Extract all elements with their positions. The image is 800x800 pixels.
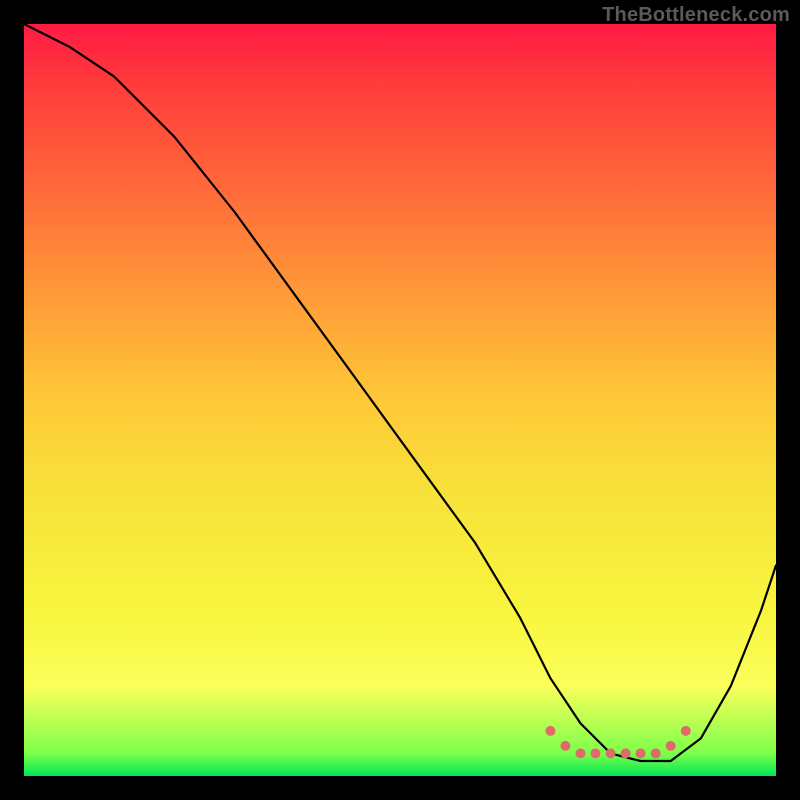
marker-dot	[576, 748, 586, 758]
marker-dot	[666, 741, 676, 751]
marker-dot	[651, 748, 661, 758]
curve-layer	[24, 24, 776, 776]
marker-dot	[545, 726, 555, 736]
marker-group	[545, 726, 690, 759]
watermark-text: TheBottleneck.com	[602, 4, 790, 27]
chart-area	[24, 24, 776, 776]
marker-dot	[621, 748, 631, 758]
marker-dot	[636, 748, 646, 758]
marker-dot	[681, 726, 691, 736]
markers-layer	[24, 24, 776, 776]
bottleneck-curve	[24, 24, 776, 761]
marker-dot	[591, 748, 601, 758]
marker-dot	[606, 748, 616, 758]
marker-dot	[560, 741, 570, 751]
